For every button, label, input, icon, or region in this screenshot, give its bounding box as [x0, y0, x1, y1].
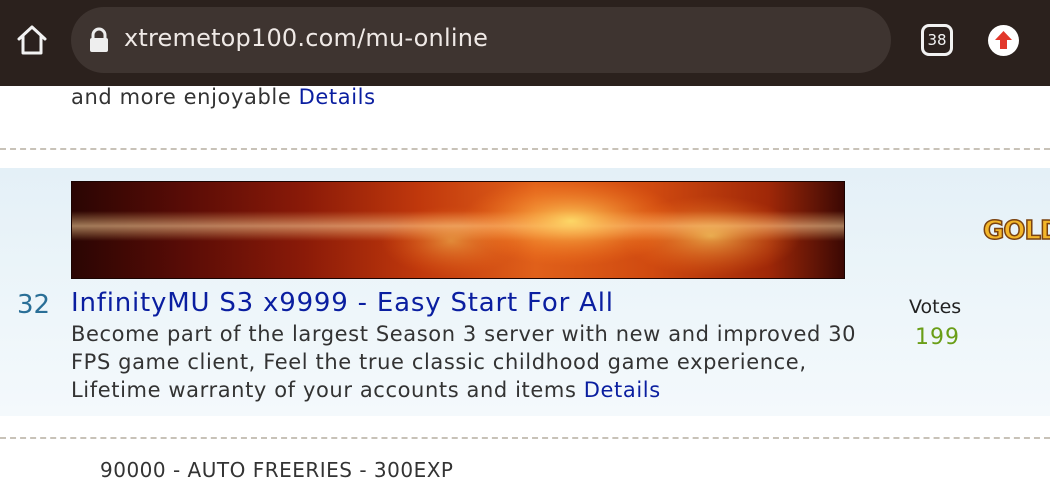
previous-listing-description: and more enjoyable Details [71, 85, 376, 109]
side-ad-banner[interactable]: GOLD [975, 202, 1050, 270]
listing-title-link[interactable]: InfinityMU S3 x9999 - Easy Start For All [71, 288, 614, 318]
listing-rank: 32 [17, 290, 51, 320]
listing-divider [0, 148, 1050, 150]
next-listing-title-partial[interactable]: 90000 - AUTO FREERIES - 300EXP [100, 458, 454, 482]
url-text[interactable]: xtremetop100.com/mu-online [124, 24, 488, 52]
votes-label: Votes [909, 296, 962, 318]
server-listing-row: 32 InfinityMU S3 x9999 - Easy Start For … [0, 168, 1050, 416]
arrow-up-icon [995, 31, 1012, 49]
votes-count: 199 [915, 325, 960, 350]
address-bar[interactable]: xtremetop100.com/mu-online [71, 7, 891, 73]
update-button[interactable] [988, 25, 1019, 56]
server-banner-image[interactable] [71, 181, 845, 279]
browser-toolbar: xtremetop100.com/mu-online 38 [0, 0, 1050, 86]
side-ad-logo-text: GOLD [982, 215, 1050, 247]
home-icon [17, 25, 47, 55]
tab-switcher-button[interactable]: 38 [921, 24, 953, 56]
lock-icon [90, 27, 108, 52]
listing-details-link[interactable]: Details [584, 378, 661, 402]
listing-description: Become part of the largest Season 3 serv… [71, 320, 871, 404]
banner-fire-graphic [71, 181, 845, 279]
listing-divider [0, 437, 1050, 439]
previous-listing-details-link[interactable]: Details [299, 85, 376, 109]
previous-listing-description-text: and more enjoyable [71, 85, 299, 109]
home-button[interactable] [12, 20, 52, 60]
listing-description-text: Become part of the largest Season 3 serv… [71, 322, 857, 402]
